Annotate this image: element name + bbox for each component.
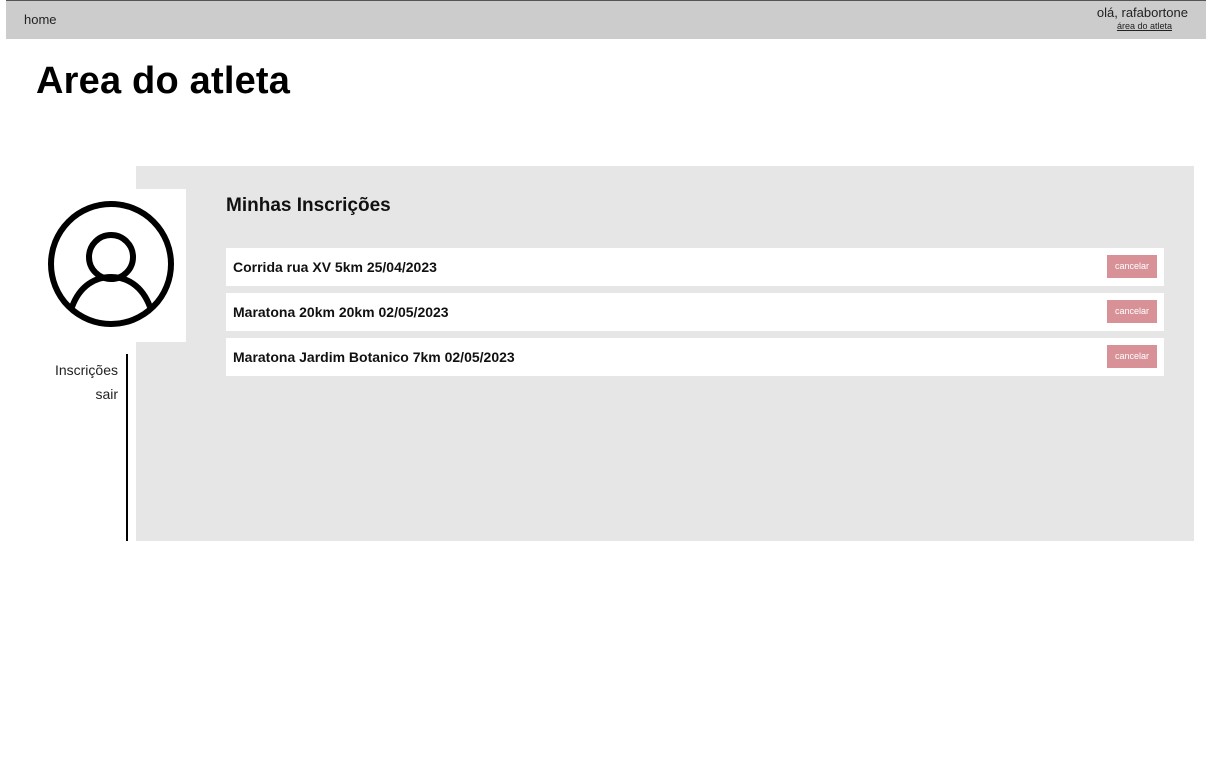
registration-row: Maratona Jardim Botanico 7km 02/05/2023 … — [226, 338, 1164, 376]
avatar — [36, 189, 186, 342]
athlete-area-link[interactable]: área do atleta — [1048, 21, 1172, 31]
registration-row: Corrida rua XV 5km 25/04/2023 cancelar — [226, 248, 1164, 286]
registrations-title: Minhas Inscrições — [226, 195, 391, 216]
user-greeting-area: olá, rafabortone área do atleta — [1048, 5, 1188, 31]
registration-text: Maratona Jardim Botanico 7km 02/05/2023 — [233, 349, 515, 365]
top-navigation-bar: home olá, rafabortone área do atleta — [6, 0, 1206, 39]
user-circle-icon — [48, 201, 174, 327]
cancel-registration-button[interactable]: cancelar — [1107, 345, 1157, 368]
user-greeting: olá, rafabortone — [1096, 5, 1188, 20]
athlete-sidebar: Inscrições sair — [30, 354, 128, 541]
home-link[interactable]: home — [24, 12, 57, 27]
page-title: Area do atleta — [36, 60, 291, 102]
cancel-registration-button[interactable]: cancelar — [1107, 300, 1157, 323]
registration-text: Maratona 20km 20km 02/05/2023 — [233, 304, 449, 320]
sidebar-item-sair[interactable]: sair — [30, 382, 126, 406]
registrations-list: Corrida rua XV 5km 25/04/2023 cancelar M… — [226, 248, 1164, 383]
registration-row: Maratona 20km 20km 02/05/2023 cancelar — [226, 293, 1164, 331]
sidebar-item-inscricoes[interactable]: Inscrições — [30, 358, 126, 382]
registration-text: Corrida rua XV 5km 25/04/2023 — [233, 259, 437, 275]
cancel-registration-button[interactable]: cancelar — [1107, 255, 1157, 278]
